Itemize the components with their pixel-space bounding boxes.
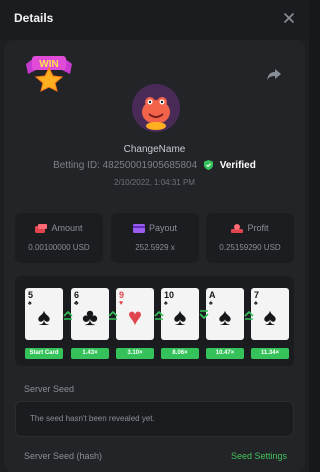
card-rank: A — [209, 290, 216, 300]
server-seed-hash-label: Server Seed (hash) — [24, 451, 103, 461]
verified-shield-icon — [203, 160, 213, 171]
payout-value: 252.5929 x — [135, 243, 175, 252]
card-rank: 10 — [164, 290, 175, 300]
card-rank: 7 — [254, 290, 260, 300]
server-seed-placeholder: The seed hasn't been revealed yet. — [30, 414, 155, 423]
playing-card: 7 ♠ ♠ — [251, 288, 289, 340]
multiplier-badge: 3.10× — [116, 348, 154, 359]
payout-icon — [132, 224, 145, 234]
playing-card: 6 ♣ ♣ — [71, 288, 109, 340]
higher-arrow-icon — [63, 310, 73, 320]
monster-avatar-icon — [132, 84, 180, 132]
card-rank: 6 — [74, 290, 80, 300]
playing-card: 5 ♠ ♠ — [25, 288, 63, 340]
profit-icon — [231, 224, 244, 234]
modal-title: Details — [14, 11, 54, 25]
seed-settings-link[interactable]: Seed Settings — [231, 451, 287, 461]
profit-stat: Profit 0.25159290 USD — [206, 213, 294, 263]
payout-label: Payout — [148, 223, 178, 233]
payout-stat: Payout 252.5929 x — [111, 213, 199, 263]
multiplier-badge: Start Card — [25, 348, 63, 359]
modal-header: Details — [0, 0, 309, 40]
multiplier-badge: 8.06× — [161, 348, 199, 359]
win-badge-icon: WIN — [26, 56, 72, 92]
playing-card: A ♠ ♠ — [206, 288, 244, 340]
amount-icon — [35, 224, 48, 234]
card-suit-icon: ♠ — [263, 304, 277, 331]
cards-row: 5 ♠ ♠ 6 ♣ ♣ 9 ♥ ♥ 10 ♠ ♠ A ♠ ♠ 7 ♠ ♠ Sta… — [15, 276, 294, 366]
close-icon[interactable] — [281, 10, 297, 26]
higher-arrow-icon — [154, 310, 164, 320]
card-suit-icon: ♠ — [218, 304, 232, 331]
bet-id-row: Betting ID: 48250001905685804 Verified — [0, 160, 309, 171]
verified-label: Verified — [219, 160, 256, 171]
higher-arrow-icon — [108, 310, 118, 320]
amount-stat: Amount 0.00100000 USD — [15, 213, 103, 263]
bet-id-value[interactable]: 48250001905685804 — [103, 160, 198, 171]
multiplier-badge: 10.47× — [206, 348, 244, 359]
card-suit-icon: ♠ — [173, 304, 187, 331]
share-icon[interactable] — [266, 66, 282, 82]
username: ChangeName — [123, 144, 186, 155]
card-rank: 9 — [119, 290, 125, 300]
bet-date: 2/10/2022, 1:04:31 PM — [114, 178, 195, 187]
lower-arrow-icon — [199, 310, 209, 320]
card-suit-icon: ♥ — [127, 304, 143, 331]
profit-value: 0.25159290 USD — [219, 243, 281, 252]
avatar — [132, 84, 180, 132]
bet-id-label: Betting ID: — [53, 160, 100, 171]
higher-arrow-icon — [244, 310, 254, 320]
card-rank: 5 — [28, 290, 34, 300]
server-seed-label: Server Seed — [24, 384, 75, 394]
card-suit-icon: ♠ — [37, 304, 51, 331]
playing-card: 9 ♥ ♥ — [116, 288, 154, 340]
playing-card: 10 ♠ ♠ — [161, 288, 199, 340]
amount-label: Amount — [51, 223, 83, 233]
multiplier-badge: 1.43× — [71, 348, 109, 359]
profit-label: Profit — [247, 223, 269, 233]
details-modal: Details WIN ChangeName Betting ID: 48250… — [0, 0, 309, 472]
amount-value: 0.00100000 USD — [28, 243, 90, 252]
server-seed-field[interactable]: The seed hasn't been revealed yet. — [15, 401, 294, 437]
multiplier-badge: 11.34× — [251, 348, 289, 359]
card-suit-icon: ♣ — [82, 304, 98, 331]
